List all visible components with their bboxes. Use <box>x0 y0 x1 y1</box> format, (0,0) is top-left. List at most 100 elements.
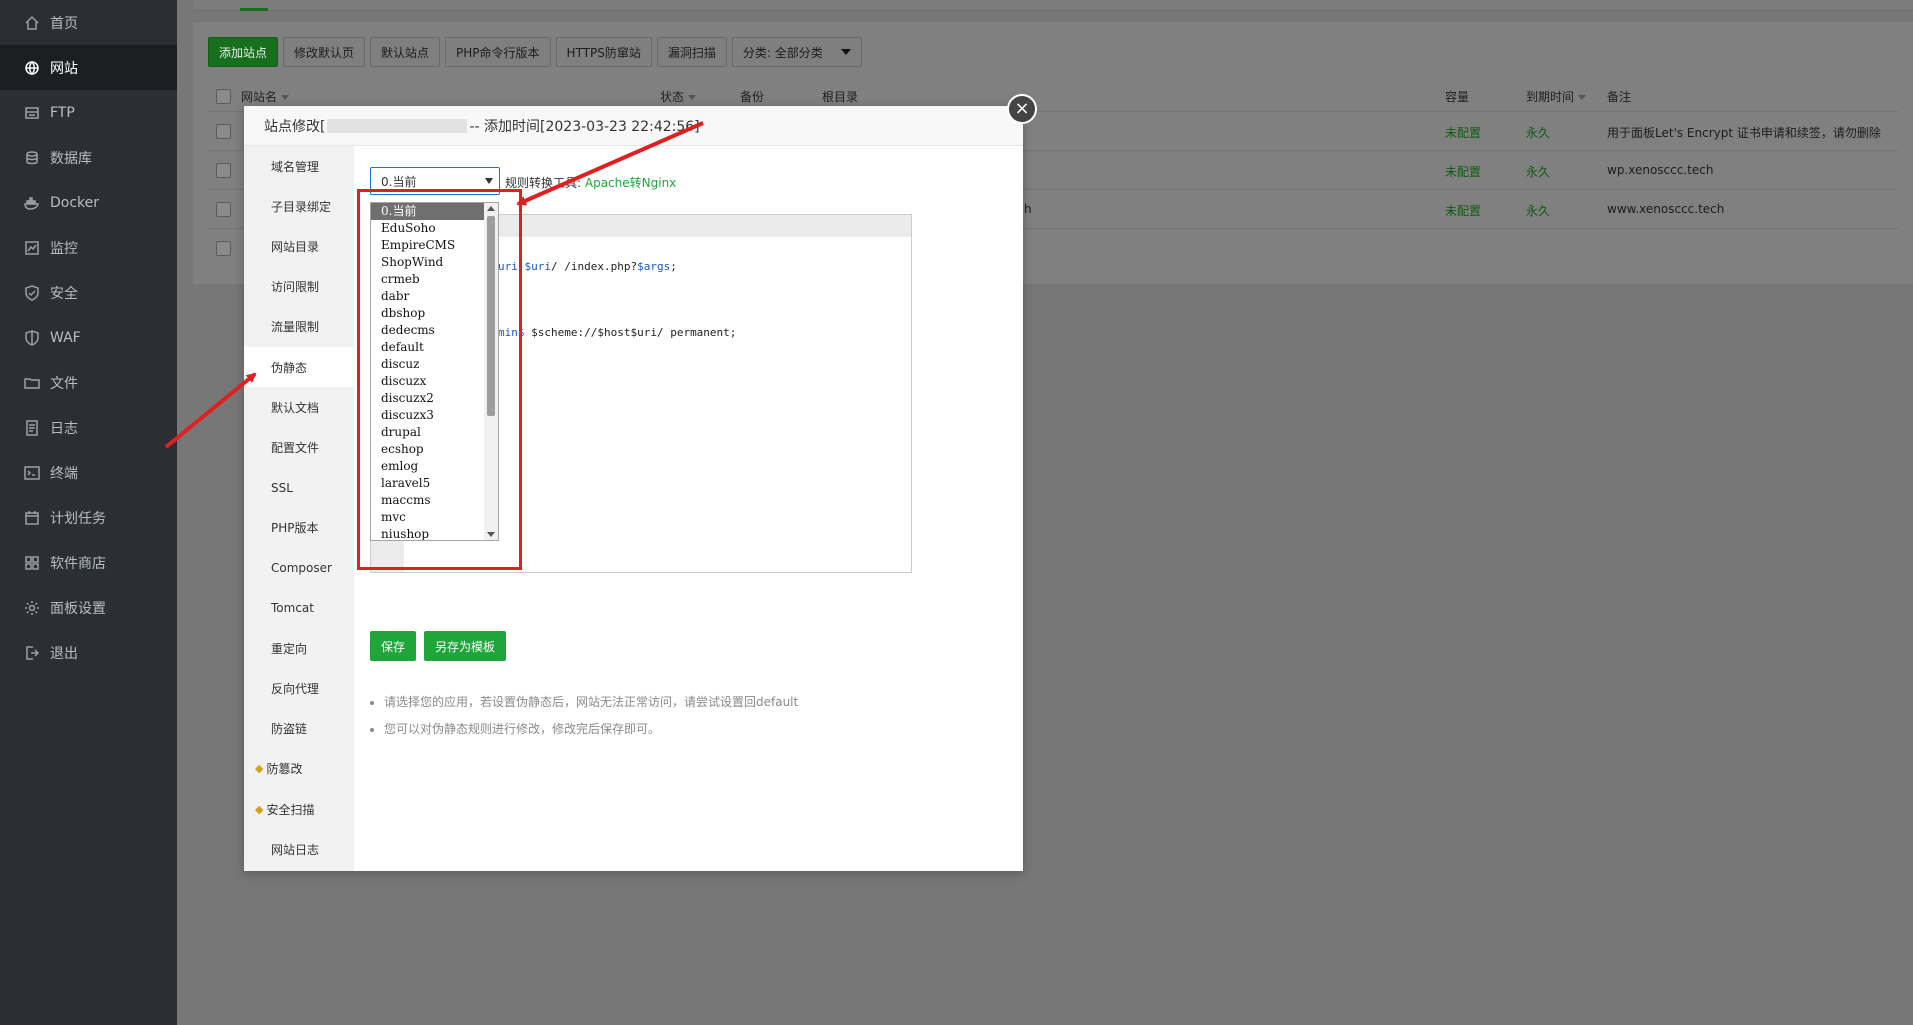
calendar-icon <box>24 510 40 526</box>
select-all-checkbox[interactable] <box>216 88 231 104</box>
sidebar-item-monitor[interactable]: 监控 <box>0 225 177 270</box>
save-button[interactable]: 保存 <box>370 631 416 661</box>
https-anti-scan-button[interactable]: HTTPS防窜站 <box>555 37 652 67</box>
vuln-scan-button[interactable]: 漏洞扫描 <box>656 37 727 67</box>
rule-convert-tool: 规则转换工具: Apache转Nginx <box>505 176 677 190</box>
sidebar-item-security[interactable]: 安全 <box>0 270 177 315</box>
shield-icon <box>24 284 40 301</box>
col-expire[interactable]: 到期时间 <box>1526 88 1587 105</box>
tab-site-directory[interactable]: 网站目录 <box>244 226 354 266</box>
tab-subdir-binding[interactable]: 子目录绑定 <box>244 186 354 226</box>
edit-default-page-button[interactable]: 修改默认页 <box>283 37 366 67</box>
row-checkbox[interactable] <box>216 163 231 178</box>
sidebar-item-cron[interactable]: 计划任务 <box>0 495 177 540</box>
sidebar-item-label: 软件商店 <box>50 555 106 572</box>
default-site-button[interactable]: 默认站点 <box>370 37 441 67</box>
chevron-down-icon <box>485 178 493 184</box>
sidebar-item-website[interactable]: 网站 <box>0 45 177 90</box>
capacity-value[interactable]: 未配置 <box>1445 163 1481 180</box>
gem-icon: ◆ <box>255 802 264 816</box>
sidebar-item-waf[interactable]: WAF <box>0 315 177 360</box>
note-value[interactable]: wp.xenosccc.tech <box>1607 163 1713 177</box>
dropdown-option[interactable]: discuzx <box>371 373 498 390</box>
scrollbar-thumb[interactable] <box>487 216 495 416</box>
tab-config-file[interactable]: 配置文件 <box>244 427 354 467</box>
dropdown-option[interactable]: ShopWind <box>371 254 498 271</box>
tab-traffic-limit[interactable]: 流量限制 <box>244 307 354 347</box>
rewrite-tips: 请选择您的应用，若设置伪静态后，网站无法正常访问，请尝试设置回default 您… <box>368 693 798 747</box>
save-as-template-button[interactable]: 另存为模板 <box>424 631 506 661</box>
php-cli-version-button[interactable]: PHP命令行版本 <box>445 37 551 67</box>
sidebar-item-ftp[interactable]: FTP <box>0 90 177 135</box>
logout-icon <box>24 645 40 661</box>
sidebar-item-label: 计划任务 <box>50 510 106 527</box>
tab-php-version[interactable]: PHP版本 <box>244 508 354 548</box>
scroll-down-icon[interactable] <box>487 532 495 537</box>
tab-composer[interactable]: Composer <box>244 548 354 588</box>
expire-value[interactable]: 永久 <box>1526 124 1550 141</box>
capacity-value[interactable]: 未配置 <box>1445 124 1481 141</box>
apache-to-nginx-link[interactable]: Apache转Nginx <box>585 176 676 190</box>
expire-value[interactable]: 永久 <box>1526 163 1550 180</box>
dropdown-option[interactable]: mvc <box>371 509 498 526</box>
tab-domain-management[interactable]: 域名管理 <box>244 146 354 186</box>
sidebar-item-settings[interactable]: 面板设置 <box>0 585 177 630</box>
root-dir-value[interactable]: h <box>1024 202 1032 216</box>
dropdown-option[interactable]: laravel5 <box>371 475 498 492</box>
dropdown-option[interactable]: niushop <box>371 526 498 540</box>
dropdown-option[interactable]: dabr <box>371 288 498 305</box>
sidebar-item-home[interactable]: 首页 <box>0 0 177 45</box>
tab-default-document[interactable]: 默认文档 <box>244 387 354 427</box>
tip-item: 您可以对伪静态规则进行修改，修改完后保存即可。 <box>384 720 798 737</box>
tab-redirect[interactable]: 重定向 <box>244 628 354 668</box>
row-checkbox[interactable] <box>216 124 231 139</box>
dropdown-option[interactable]: discuzx2 <box>371 390 498 407</box>
dropdown-option[interactable]: discuzx3 <box>371 407 498 424</box>
sidebar-item-docker[interactable]: Docker <box>0 180 177 225</box>
tab-ssl[interactable]: SSL <box>244 468 354 508</box>
dropdown-option[interactable]: EmpireCMS <box>371 237 498 254</box>
rewrite-template-select[interactable]: 0.当前 <box>370 167 500 195</box>
tab-reverse-proxy[interactable]: 反向代理 <box>244 668 354 708</box>
note-value[interactable]: www.xenosccc.tech <box>1607 202 1724 216</box>
sidebar-item-app-store[interactable]: 软件商店 <box>0 540 177 585</box>
dropdown-option[interactable]: emlog <box>371 458 498 475</box>
category-select[interactable]: 分类: 全部分类 <box>731 37 862 67</box>
close-icon[interactable]: × <box>1007 94 1037 124</box>
col-root-dir: 根目录 <box>822 89 859 104</box>
sidebar-item-database[interactable]: 数据库 <box>0 135 177 180</box>
tip-item: 请选择您的应用，若设置伪静态后，网站无法正常访问，请尝试设置回default <box>384 693 798 710</box>
tab-site-logs[interactable]: 网站日志 <box>244 829 354 869</box>
dropdown-scrollbar[interactable] <box>484 203 498 540</box>
add-site-button[interactable]: 添加站点 <box>208 37 279 67</box>
dropdown-option[interactable]: dedecms <box>371 322 498 339</box>
row-checkbox[interactable] <box>216 202 231 217</box>
capacity-value[interactable]: 未配置 <box>1445 202 1481 219</box>
dropdown-option[interactable]: EduSoho <box>371 220 498 237</box>
dropdown-option[interactable]: dbshop <box>371 305 498 322</box>
col-status[interactable]: 状态 <box>660 88 697 105</box>
tab-access-limit[interactable]: 访问限制 <box>244 267 354 307</box>
dropdown-option[interactable]: drupal <box>371 424 498 441</box>
expire-value[interactable]: 永久 <box>1526 202 1550 219</box>
dropdown-option[interactable]: 0.当前 <box>371 203 484 220</box>
dropdown-option[interactable]: maccms <box>371 492 498 509</box>
sidebar-item-files[interactable]: 文件 <box>0 360 177 405</box>
sidebar-item-logout[interactable]: 退出 <box>0 630 177 675</box>
scroll-up-icon[interactable] <box>487 206 495 211</box>
dropdown-option[interactable]: default <box>371 339 498 356</box>
note-value[interactable]: 用于面板Let's Encrypt 证书申请和续签，请勿删除 <box>1607 124 1881 141</box>
sidebar-item-logs[interactable]: 日志 <box>0 405 177 450</box>
tab-tamper-proof[interactable]: ◆ 防篡改 <box>244 749 354 789</box>
col-site-name[interactable]: 网站名 <box>241 88 290 105</box>
dropdown-option[interactable]: discuz <box>371 356 498 373</box>
dropdown-option[interactable]: ecshop <box>371 441 498 458</box>
tab-rewrite[interactable]: 伪静态 <box>244 346 354 388</box>
dropdown-option[interactable]: crmeb <box>371 271 498 288</box>
tab-security-scan[interactable]: ◆ 安全扫描 <box>244 789 354 829</box>
sidebar-item-terminal[interactable]: 终端 <box>0 450 177 495</box>
active-tab-indicator <box>240 8 268 11</box>
footer-checkbox[interactable] <box>216 241 231 256</box>
tab-hotlink-protection[interactable]: 防盗链 <box>244 709 354 749</box>
tab-tomcat[interactable]: Tomcat <box>244 588 354 628</box>
